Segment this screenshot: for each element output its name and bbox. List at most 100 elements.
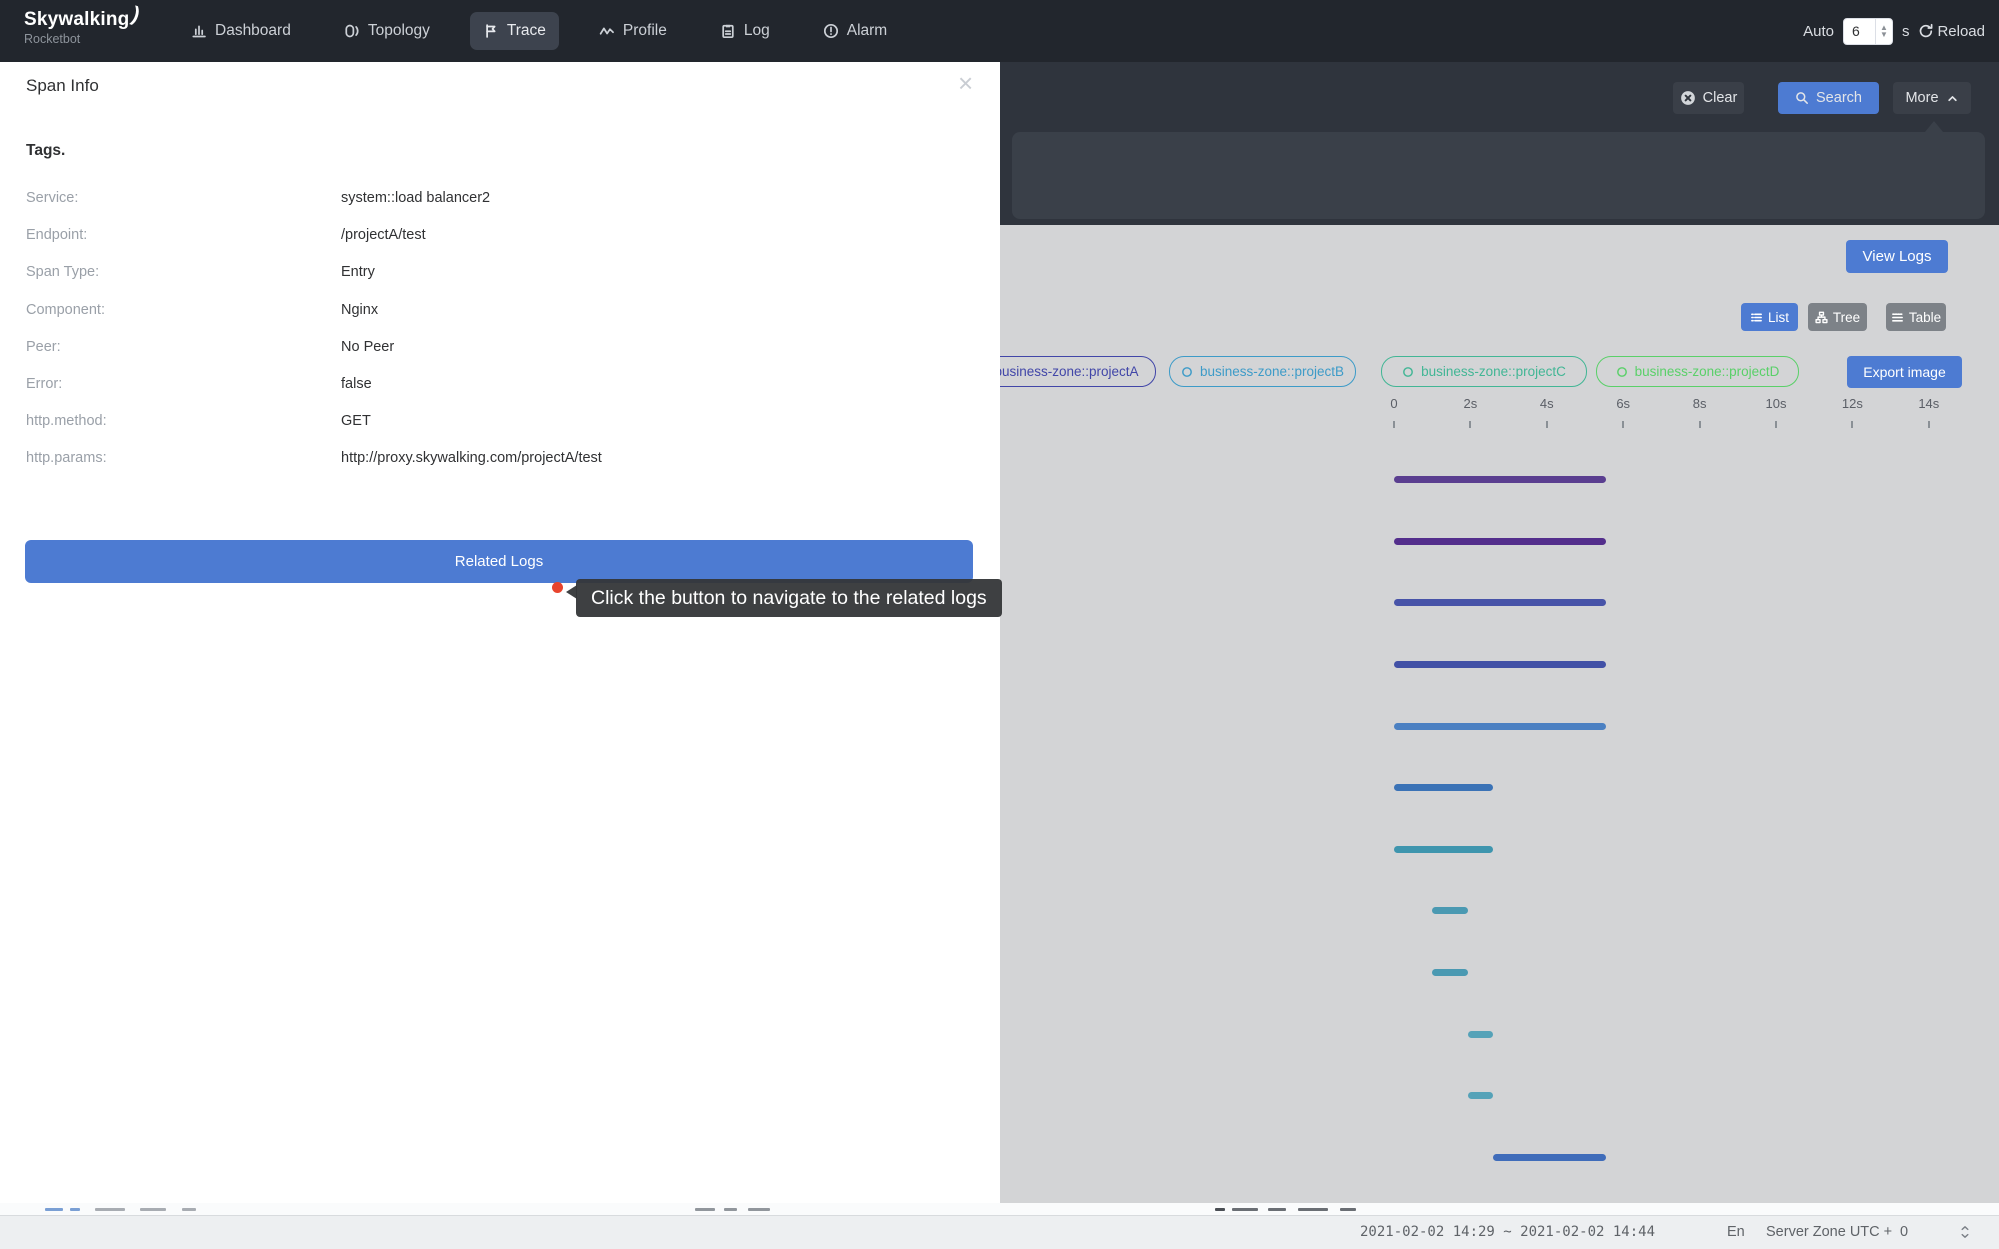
field-value: system::load balancer2 bbox=[341, 190, 490, 206]
modal-title: Span Info bbox=[26, 76, 99, 96]
span-tag-row: Service: system::load balancer2 bbox=[0, 190, 1000, 212]
more-popup-arrow bbox=[1925, 121, 1943, 132]
span-tag-row: Endpoint:/projectA/test bbox=[0, 227, 1000, 249]
more-button-label: More bbox=[1905, 90, 1938, 106]
nav-item-trace[interactable]: Trace bbox=[470, 12, 559, 50]
cursor-dot bbox=[552, 582, 563, 593]
trace-span-bar[interactable] bbox=[1394, 476, 1606, 483]
skywalking-trace-page: Clear Search More View Logs 18 ListTreeT… bbox=[0, 0, 1999, 1249]
clipped-text-fragment bbox=[1298, 1208, 1328, 1211]
trace-span-bar[interactable] bbox=[1394, 723, 1606, 730]
trace-span-bar[interactable] bbox=[1493, 1154, 1606, 1161]
clipped-text-fragment bbox=[1215, 1208, 1225, 1211]
axis-tick-label: 0 bbox=[1372, 396, 1416, 411]
time-range-picker[interactable]: 2021-02-02 14:29 ~ 2021-02-02 14:44 bbox=[1360, 1224, 1655, 1240]
language-selector[interactable]: En bbox=[1727, 1224, 1745, 1240]
export-image-label: Export image bbox=[1863, 364, 1945, 380]
axis-tick-label: 12s bbox=[1830, 396, 1874, 411]
axis-tick-mark bbox=[1928, 421, 1930, 428]
field-value: Entry bbox=[341, 264, 375, 280]
field-label: Error: bbox=[26, 376, 62, 392]
circle-icon bbox=[1616, 366, 1628, 378]
span-tag-row: Span Type:Entry bbox=[0, 264, 1000, 286]
circle-icon bbox=[1402, 366, 1414, 378]
trace-span-bar[interactable] bbox=[1394, 784, 1493, 791]
trace-tag-chip[interactable]: business-zone::projectC bbox=[1381, 356, 1587, 387]
trace-span-bar[interactable] bbox=[1468, 1092, 1494, 1099]
zone-spinner-icon[interactable] bbox=[1958, 1222, 1972, 1242]
nav-item-alarm[interactable]: Alarm bbox=[810, 12, 900, 50]
clear-button[interactable]: Clear bbox=[1673, 82, 1744, 114]
server-zone-label: Server Zone UTC + bbox=[1766, 1224, 1892, 1240]
chevron-up-icon bbox=[1946, 92, 1959, 105]
nav-item-label: Trace bbox=[507, 22, 546, 40]
span-info-modal: Span Info × Tags. Service: system::load b… bbox=[0, 62, 1000, 1203]
tree-icon bbox=[1815, 311, 1828, 324]
brand-swoosh-icon: ) bbox=[128, 3, 142, 28]
trace-tag-chip[interactable]: business-zone::projectD bbox=[1596, 356, 1799, 387]
clipped-text-fragment bbox=[45, 1208, 63, 1211]
stepper-arrows-icon[interactable]: ▲▼ bbox=[1875, 19, 1892, 44]
topology-icon bbox=[344, 23, 360, 39]
log-icon bbox=[720, 23, 736, 39]
profile-icon bbox=[599, 23, 615, 39]
trace-span-bar[interactable] bbox=[1394, 846, 1493, 853]
field-label: Service: bbox=[26, 190, 78, 206]
trace-span-bar[interactable] bbox=[1432, 969, 1468, 976]
clipped-text-fragment bbox=[1232, 1208, 1258, 1211]
chip-label: business-zone::projectD bbox=[1635, 364, 1780, 379]
span-tag-row: Error:false bbox=[0, 376, 1000, 398]
tags-heading: Tags. bbox=[26, 142, 65, 160]
axis-tick-mark bbox=[1546, 421, 1548, 428]
auto-unit: s bbox=[1902, 23, 1910, 40]
trace-span-bar[interactable] bbox=[1394, 538, 1606, 545]
nav-item-dashboard[interactable]: Dashboard bbox=[178, 12, 304, 50]
view-logs-button[interactable]: View Logs bbox=[1846, 240, 1948, 273]
field-value: http://proxy.skywalking.com/projectA/tes… bbox=[341, 450, 602, 466]
auto-interval-input[interactable]: 6 ▲▼ bbox=[1843, 18, 1893, 45]
trace-span-bar[interactable] bbox=[1394, 661, 1606, 668]
view-mode-table[interactable]: Table bbox=[1886, 303, 1946, 331]
nav-item-label: Topology bbox=[368, 22, 430, 40]
view-mode-tree[interactable]: Tree bbox=[1808, 303, 1867, 331]
export-image-button[interactable]: Export image bbox=[1847, 356, 1962, 388]
list-icon bbox=[1750, 311, 1763, 324]
related-logs-tooltip: Click the button to navigate to the rela… bbox=[576, 579, 1002, 617]
reload-button[interactable]: Reload bbox=[1918, 23, 1985, 40]
clear-button-label: Clear bbox=[1703, 90, 1738, 106]
chip-label: business-zone::projectA bbox=[994, 364, 1138, 379]
search-button[interactable]: Search bbox=[1778, 82, 1879, 114]
search-icon bbox=[1795, 91, 1809, 105]
related-logs-button[interactable]: Related Logs bbox=[25, 540, 973, 583]
field-value: Nginx bbox=[341, 302, 378, 318]
nav-item-profile[interactable]: Profile bbox=[586, 12, 680, 50]
auto-interval-value: 6 bbox=[1844, 23, 1875, 39]
view-mode-label: List bbox=[1768, 310, 1789, 325]
axis-tick-label: 14s bbox=[1907, 396, 1951, 411]
chip-label: business-zone::projectB bbox=[1200, 364, 1344, 379]
top-nav: Skywalking) Rocketbot Dashboard Topology T… bbox=[0, 0, 1999, 62]
field-label: http.params: bbox=[26, 450, 107, 466]
more-button[interactable]: More bbox=[1893, 82, 1971, 114]
clipped-text-fragment bbox=[748, 1208, 770, 1211]
axis-tick-label: 4s bbox=[1525, 396, 1569, 411]
field-label: Component: bbox=[26, 302, 105, 318]
dashboard-icon bbox=[191, 23, 207, 39]
field-label: http.method: bbox=[26, 413, 107, 429]
span-tag-row: http.params: http://proxy.skywalking.com/… bbox=[0, 450, 1000, 472]
trace-span-bar[interactable] bbox=[1468, 1031, 1494, 1038]
nav-item-label: Log bbox=[744, 22, 770, 40]
clipped-text-fragment bbox=[695, 1208, 715, 1211]
trace-tag-chip[interactable]: business-zone::projectB bbox=[1169, 356, 1356, 387]
close-icon[interactable]: × bbox=[958, 70, 973, 96]
trace-span-bar[interactable] bbox=[1394, 599, 1606, 606]
nav-item-label: Alarm bbox=[847, 22, 887, 40]
chip-label: business-zone::projectC bbox=[1421, 364, 1566, 379]
brand-name: Skywalking bbox=[24, 9, 130, 30]
nav-item-topology[interactable]: Topology bbox=[331, 12, 443, 50]
field-value: GET bbox=[341, 413, 371, 429]
nav-item-log[interactable]: Log bbox=[707, 12, 783, 50]
view-mode-list[interactable]: List bbox=[1741, 303, 1798, 331]
brand-subtitle: Rocketbot bbox=[24, 32, 138, 46]
trace-span-bar[interactable] bbox=[1432, 907, 1468, 914]
